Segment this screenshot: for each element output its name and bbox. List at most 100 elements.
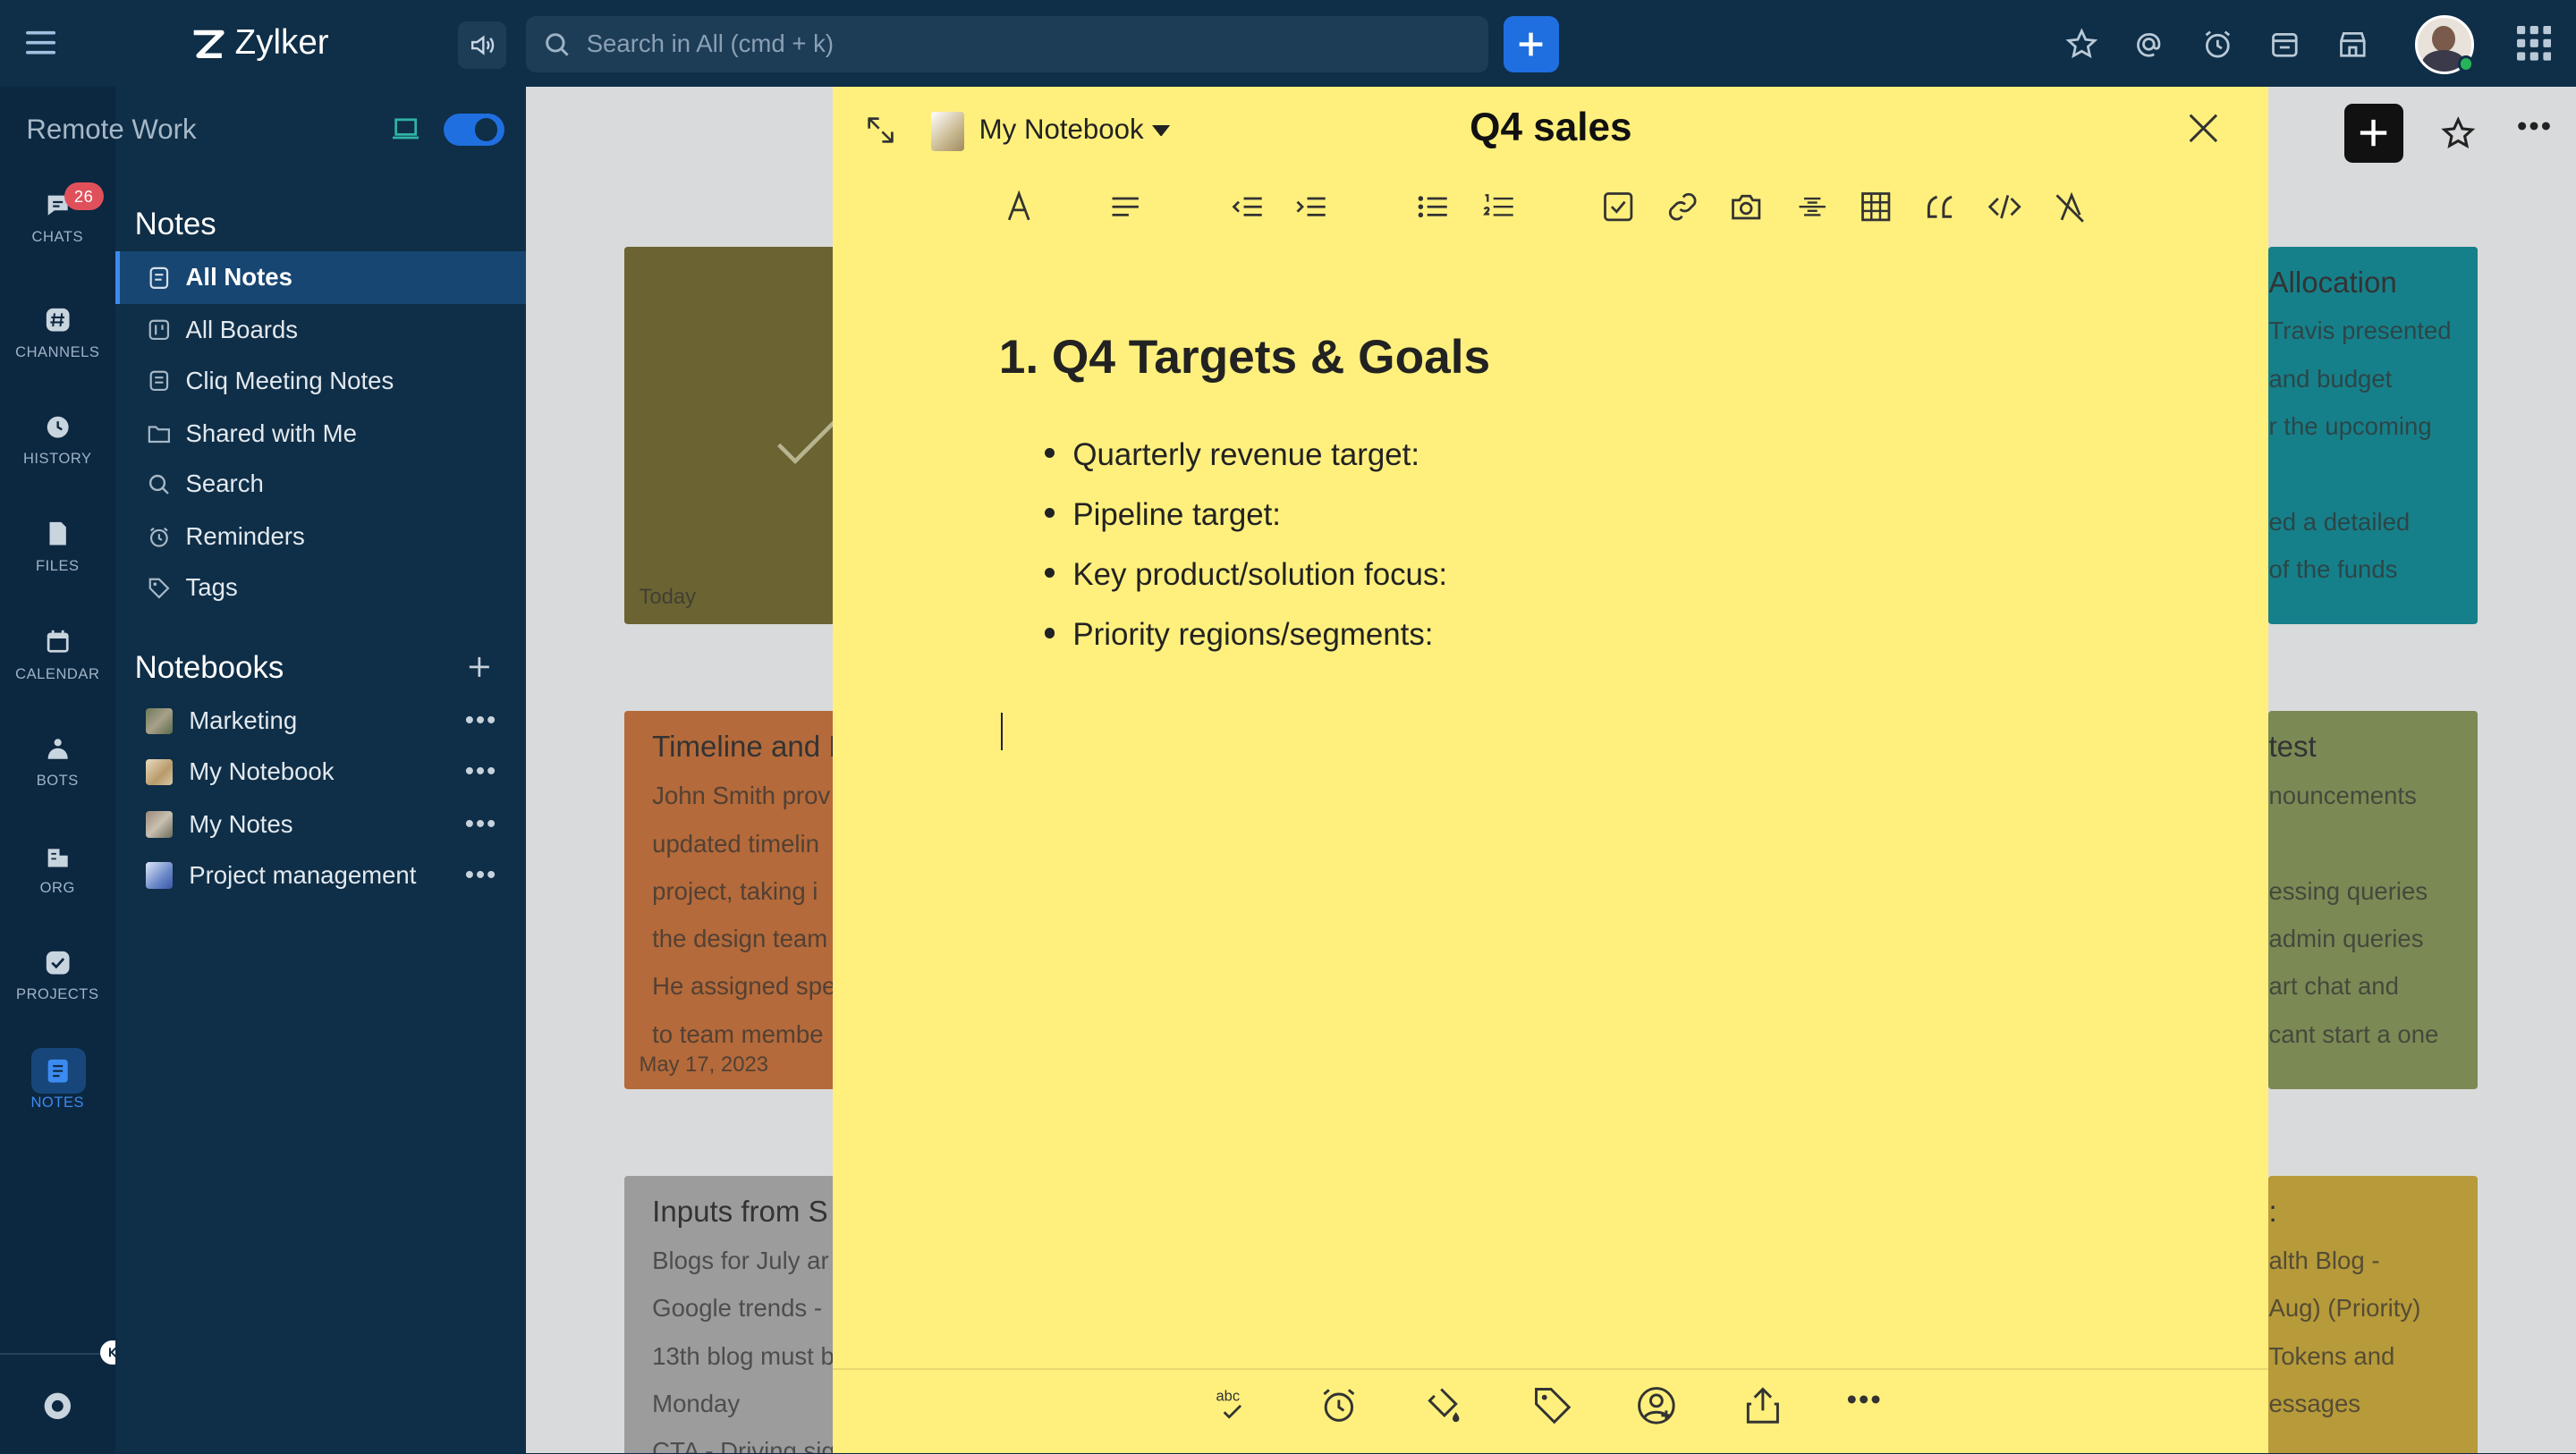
- alarm-icon: [148, 526, 171, 549]
- font-style-icon[interactable]: [1001, 189, 1037, 224]
- note-bullet-item[interactable]: Priority regions/segments:: [1045, 617, 1447, 677]
- reminder-clock-icon[interactable]: [2201, 28, 2234, 61]
- rail-channels[interactable]: CHANNELS: [0, 307, 115, 360]
- notebook-cover: [146, 862, 173, 889]
- rail-chats[interactable]: CHATS 26: [0, 182, 115, 246]
- more-options-icon[interactable]: •••: [465, 850, 497, 902]
- zylker-logo-icon: [191, 28, 225, 61]
- tag-icon[interactable]: [1531, 1384, 1574, 1427]
- global-search-input[interactable]: Search in All (cmd + k): [525, 16, 1489, 72]
- collapse-arrows-icon[interactable]: [866, 115, 895, 145]
- note-heading[interactable]: 1. Q4 Targets & Goals: [999, 330, 1490, 385]
- settings-gear-icon[interactable]: [41, 1390, 74, 1423]
- app-grid-icon[interactable]: [2516, 26, 2552, 61]
- top-bar: Zylker Search in All (cmd + k): [0, 0, 2576, 88]
- note-bullet-item[interactable]: Pipeline target:: [1045, 497, 1447, 557]
- nav-cliq-meeting-notes[interactable]: Cliq Meeting Notes: [115, 355, 526, 408]
- numbered-list-icon[interactable]: [1480, 189, 1516, 224]
- code-icon[interactable]: [1987, 189, 2022, 224]
- favorite-star-icon[interactable]: [2441, 116, 2476, 151]
- rail-label: PROJECTS: [16, 985, 99, 1002]
- rail-calendar[interactable]: CALENDAR: [0, 629, 115, 682]
- nav-label: Cliq Meeting Notes: [185, 366, 394, 394]
- new-note-button[interactable]: [2343, 103, 2404, 163]
- create-new-button[interactable]: [1503, 16, 1560, 72]
- star-icon[interactable]: [2065, 28, 2098, 61]
- spellcheck-icon[interactable]: abc: [1211, 1384, 1254, 1427]
- card-line: Monday: [652, 1389, 741, 1417]
- search-icon: [148, 473, 171, 496]
- nav-all-boards[interactable]: All Boards: [115, 304, 526, 357]
- note-card[interactable]: test nouncements essing queries admin qu…: [2268, 711, 2478, 1089]
- rail-projects[interactable]: PROJECTS: [0, 950, 115, 1003]
- card-line: Aug) (Priority): [2268, 1294, 2421, 1323]
- hamburger-menu-icon[interactable]: [26, 30, 56, 55]
- note-card[interactable]: Today: [623, 246, 838, 624]
- nav-label: All Boards: [185, 315, 299, 343]
- strikethrough-icon[interactable]: [1794, 189, 1830, 224]
- export-share-icon[interactable]: [1741, 1384, 1784, 1427]
- notebook-item[interactable]: Project management •••: [115, 850, 526, 902]
- rail-files[interactable]: FILES: [0, 520, 115, 574]
- speaker-icon[interactable]: [458, 21, 506, 70]
- card-line: essages: [2268, 1389, 2361, 1417]
- camera-icon[interactable]: [1728, 189, 1764, 224]
- chevron-down-icon[interactable]: [1151, 124, 1170, 137]
- indent-icon[interactable]: [1292, 189, 1328, 224]
- rail-label: CALENDAR: [15, 664, 100, 682]
- notebook-item[interactable]: My Notes •••: [115, 799, 526, 851]
- quote-icon[interactable]: [1922, 189, 1958, 224]
- note-bullet-item[interactable]: Quarterly revenue target:: [1045, 437, 1447, 497]
- notebook-item[interactable]: My Notebook •••: [115, 746, 526, 799]
- note-card[interactable]: Allocation Travis presented and budget r…: [2268, 246, 2478, 624]
- fill-color-icon[interactable]: [1423, 1384, 1466, 1427]
- workspace-toggle[interactable]: [443, 113, 504, 147]
- reminder-alarm-icon[interactable]: [1318, 1384, 1360, 1427]
- nav-all-notes[interactable]: All Notes: [114, 251, 526, 304]
- close-icon[interactable]: [2187, 112, 2220, 145]
- laptop-icon[interactable]: [392, 118, 419, 141]
- outdent-icon[interactable]: [1229, 189, 1265, 224]
- rail-label: FILES: [35, 556, 80, 574]
- store-icon[interactable]: [2336, 28, 2369, 61]
- note-card[interactable]: Inputs from S Blogs for July ar Google t…: [623, 1176, 838, 1454]
- add-notebook-icon[interactable]: [468, 655, 491, 679]
- notebook-item[interactable]: Marketing •••: [115, 695, 526, 748]
- rail-org[interactable]: ORG: [0, 842, 115, 896]
- notebook-cover: [931, 111, 965, 151]
- nav-reminders[interactable]: Reminders: [115, 511, 526, 563]
- more-options-icon[interactable]: •••: [1846, 1383, 1882, 1417]
- link-icon[interactable]: [1665, 189, 1700, 224]
- rail-bots[interactable]: BOTS: [0, 736, 115, 790]
- rail-history[interactable]: HISTORY: [0, 414, 115, 468]
- note-bullet-item[interactable]: Key product/solution focus:: [1045, 557, 1447, 617]
- note-card[interactable]: : alth Blog - Aug) (Priority) Tokens and…: [2268, 1176, 2478, 1454]
- card-line: CTA - Driving sig: [652, 1437, 835, 1454]
- boards-icon: [148, 318, 171, 342]
- nav-label: All Notes: [185, 263, 292, 291]
- note-card[interactable]: Timeline and I John Smith prov updated t…: [623, 711, 838, 1089]
- mention-icon[interactable]: [2132, 28, 2165, 61]
- nav-search[interactable]: Search: [115, 458, 526, 511]
- rail-notes[interactable]: NOTES: [0, 1058, 115, 1112]
- text-align-icon[interactable]: [1107, 189, 1143, 224]
- note-bullet-list[interactable]: Quarterly revenue target: Pipeline targe…: [1045, 437, 1447, 677]
- more-options-icon[interactable]: •••: [465, 746, 497, 799]
- clear-formatting-icon[interactable]: [2052, 189, 2088, 224]
- share-user-icon[interactable]: [1635, 1384, 1678, 1427]
- nav-tags[interactable]: Tags: [115, 562, 526, 614]
- card-line: nouncements: [2268, 782, 2417, 810]
- more-options-icon[interactable]: •••: [465, 695, 497, 748]
- table-icon[interactable]: [1858, 189, 1894, 224]
- bullet-list-icon[interactable]: [1414, 189, 1450, 224]
- more-options-icon[interactable]: •••: [465, 799, 497, 851]
- calendar-box-icon[interactable]: [2268, 28, 2301, 61]
- notebook-selector[interactable]: My Notebook: [979, 114, 1144, 146]
- card-title: :: [2268, 1196, 2277, 1230]
- checklist-icon[interactable]: [1600, 189, 1636, 224]
- more-options-icon[interactable]: •••: [2517, 110, 2553, 144]
- card-date: Today: [639, 584, 697, 609]
- nav-shared-with-me[interactable]: Shared with Me: [115, 408, 526, 461]
- projects-icon: [45, 950, 71, 976]
- rail-label: NOTES: [30, 1094, 85, 1112]
